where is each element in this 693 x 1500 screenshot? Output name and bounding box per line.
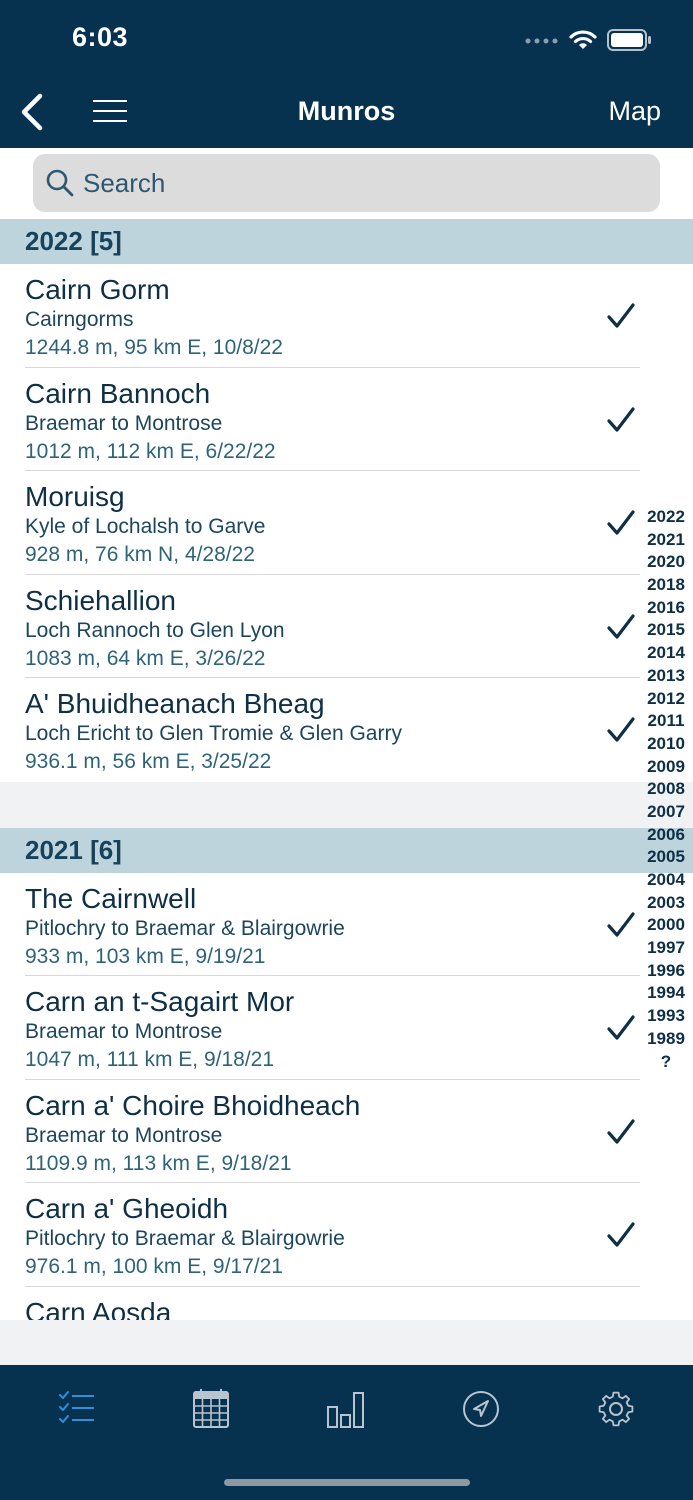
munro-region: Kyle of Lochalsh to Garve bbox=[25, 515, 266, 538]
index-year[interactable]: 2013 bbox=[640, 665, 692, 688]
search-input[interactable] bbox=[83, 167, 603, 199]
index-year[interactable]: 2007 bbox=[640, 801, 692, 824]
index-year[interactable]: 2014 bbox=[640, 642, 692, 665]
index-year[interactable]: 1996 bbox=[640, 960, 692, 983]
munro-detail: 933 m, 103 km E, 9/19/21 bbox=[25, 944, 266, 968]
munro-region: Braemar to Montrose bbox=[25, 1123, 223, 1147]
munro-region: Braemar to Montrose bbox=[25, 411, 223, 435]
munro-detail: 1047 m, 111 km E, 9/18/21 bbox=[25, 1048, 275, 1071]
list-item[interactable]: Carn a' Gheoidh Pitlochry to Braemar & B… bbox=[0, 1183, 693, 1287]
index-year[interactable]: 2009 bbox=[640, 756, 692, 779]
munro-region: Loch Rannoch to Glen Lyon bbox=[25, 618, 285, 642]
munro-name: A' Bhuidheanach Bheag bbox=[25, 688, 325, 719]
munro-name: Carn a' Gheoidh bbox=[25, 1193, 229, 1224]
index-year[interactable]: 2022 bbox=[640, 506, 692, 529]
wifi-icon bbox=[569, 30, 597, 49]
section-header-2021: 2021 [6] bbox=[0, 827, 693, 873]
index-year[interactable]: ? bbox=[640, 1051, 692, 1074]
munro-region: Pitlochry to Braemar & Blairgowrie bbox=[25, 1227, 345, 1250]
list-item[interactable]: A' Bhuidheanach Bheag Loch Ericht to Gle… bbox=[0, 678, 693, 782]
list-item[interactable]: Moruisg Kyle of Lochalsh to Garve 928 m,… bbox=[0, 471, 693, 575]
search-bar-container bbox=[0, 148, 693, 219]
munro-detail: 936.1 m, 56 km E, 3/25/22 bbox=[25, 750, 272, 773]
checkmark-icon bbox=[607, 406, 635, 432]
navigation-header: 6:03 Munros Map bbox=[0, 0, 693, 148]
list-item[interactable]: Carn Aosda bbox=[0, 1286, 693, 1321]
list-item[interactable]: Schiehallion Loch Rannoch to Glen Lyon 1… bbox=[0, 574, 693, 678]
munro-list[interactable]: 2022 [5] Cairn Gorm Cairngorms 1244.8 m,… bbox=[0, 219, 693, 1320]
status-time: 6:03 bbox=[72, 22, 129, 52]
checkmark-icon bbox=[607, 1015, 635, 1040]
bar-chart-icon[interactable] bbox=[322, 1387, 370, 1431]
list-item[interactable]: Carn a' Choire Bhoidheach Braemar to Mon… bbox=[0, 1079, 693, 1183]
list-item[interactable]: Cairn Bannoch Braemar to Montrose 1012 m… bbox=[0, 367, 693, 471]
checkmark-icon bbox=[607, 613, 635, 639]
home-indicator bbox=[224, 1479, 470, 1486]
munro-name: Cairn Gorm bbox=[25, 274, 170, 305]
list-footer-area bbox=[0, 1320, 693, 1365]
checkmark-icon bbox=[607, 303, 635, 328]
checkmark-icon bbox=[607, 1118, 635, 1144]
munro-detail: 1083 m, 64 km E, 3/26/22 bbox=[25, 646, 266, 670]
section-header-2022: 2022 [5] bbox=[0, 219, 693, 264]
checkmark-icon bbox=[607, 510, 635, 535]
index-year[interactable]: 2018 bbox=[640, 574, 692, 597]
munro-detail: 976.1 m, 100 km E, 9/17/21 bbox=[25, 1255, 283, 1278]
checkmark-icon bbox=[607, 911, 635, 937]
list-check-icon[interactable] bbox=[52, 1387, 100, 1431]
list-item[interactable]: The Cairnwell Pitlochry to Braemar & Bla… bbox=[0, 872, 693, 976]
index-year[interactable]: 2016 bbox=[640, 597, 692, 620]
index-year[interactable]: 2005 bbox=[640, 846, 692, 869]
index-year[interactable]: 1994 bbox=[640, 982, 692, 1005]
battery-icon bbox=[607, 29, 651, 51]
gear-icon[interactable] bbox=[592, 1387, 640, 1431]
munro-name: Carn Aosda bbox=[25, 1296, 172, 1321]
index-year[interactable]: 2010 bbox=[640, 733, 692, 756]
back-chevron-icon[interactable] bbox=[16, 92, 52, 132]
munro-name: Cairn Bannoch bbox=[25, 377, 211, 409]
munro-name: Carn an t-Sagairt Mor bbox=[25, 986, 295, 1017]
status-icons bbox=[525, 26, 653, 54]
list-item[interactable]: Carn an t-Sagairt Mor Braemar to Montros… bbox=[0, 976, 693, 1080]
index-year[interactable]: 1989 bbox=[640, 1028, 692, 1051]
munro-name: Moruisg bbox=[25, 481, 125, 512]
navigation-arrow-icon[interactable] bbox=[457, 1387, 505, 1431]
search-field[interactable] bbox=[33, 154, 660, 212]
checkmark-icon bbox=[607, 1222, 635, 1247]
munro-detail: 1244.8 m, 95 km E, 10/8/22 bbox=[25, 336, 283, 359]
section-gap bbox=[0, 781, 693, 828]
munro-name: The Cairnwell bbox=[25, 882, 197, 914]
checkmark-icon bbox=[607, 717, 635, 742]
index-year[interactable]: 2015 bbox=[640, 619, 692, 642]
year-section-index[interactable]: 2022 2021 2020 2018 2016 2015 2014 2013 … bbox=[640, 506, 692, 1073]
search-icon bbox=[46, 169, 74, 197]
munro-name: Carn a' Choire Bhoidheach bbox=[25, 1089, 361, 1121]
munro-region: Braemar to Montrose bbox=[25, 1020, 223, 1043]
munro-region: Cairngorms bbox=[25, 308, 134, 331]
index-year[interactable]: 1993 bbox=[640, 1005, 692, 1028]
munro-detail: 1109.9 m, 113 km E, 9/18/21 bbox=[25, 1151, 292, 1175]
list-item[interactable]: Cairn Gorm Cairngorms 1244.8 m, 95 km E,… bbox=[0, 264, 693, 368]
index-year[interactable]: 2000 bbox=[640, 914, 692, 937]
map-button[interactable]: Map bbox=[608, 96, 661, 127]
munro-region: Loch Ericht to Glen Tromie & Glen Garry bbox=[25, 722, 402, 745]
index-year[interactable]: 1997 bbox=[640, 937, 692, 960]
calendar-icon[interactable] bbox=[187, 1387, 235, 1431]
munro-detail: 928 m, 76 km N, 4/28/22 bbox=[25, 543, 255, 566]
cellular-signal-icon bbox=[525, 38, 558, 44]
munro-name: Schiehallion bbox=[25, 584, 176, 616]
index-year[interactable]: 2012 bbox=[640, 688, 692, 711]
munro-detail: 1012 m, 112 km E, 6/22/22 bbox=[25, 439, 276, 463]
index-year[interactable]: 2011 bbox=[640, 710, 692, 733]
hamburger-menu-icon[interactable] bbox=[92, 96, 128, 126]
index-year[interactable]: 2006 bbox=[640, 824, 692, 847]
munro-region: Pitlochry to Braemar & Blairgowrie bbox=[25, 916, 345, 940]
index-year[interactable]: 2021 bbox=[640, 529, 692, 552]
index-year[interactable]: 2008 bbox=[640, 778, 692, 801]
index-year[interactable]: 2004 bbox=[640, 869, 692, 892]
index-year[interactable]: 2020 bbox=[640, 551, 692, 574]
index-year[interactable]: 2003 bbox=[640, 892, 692, 915]
